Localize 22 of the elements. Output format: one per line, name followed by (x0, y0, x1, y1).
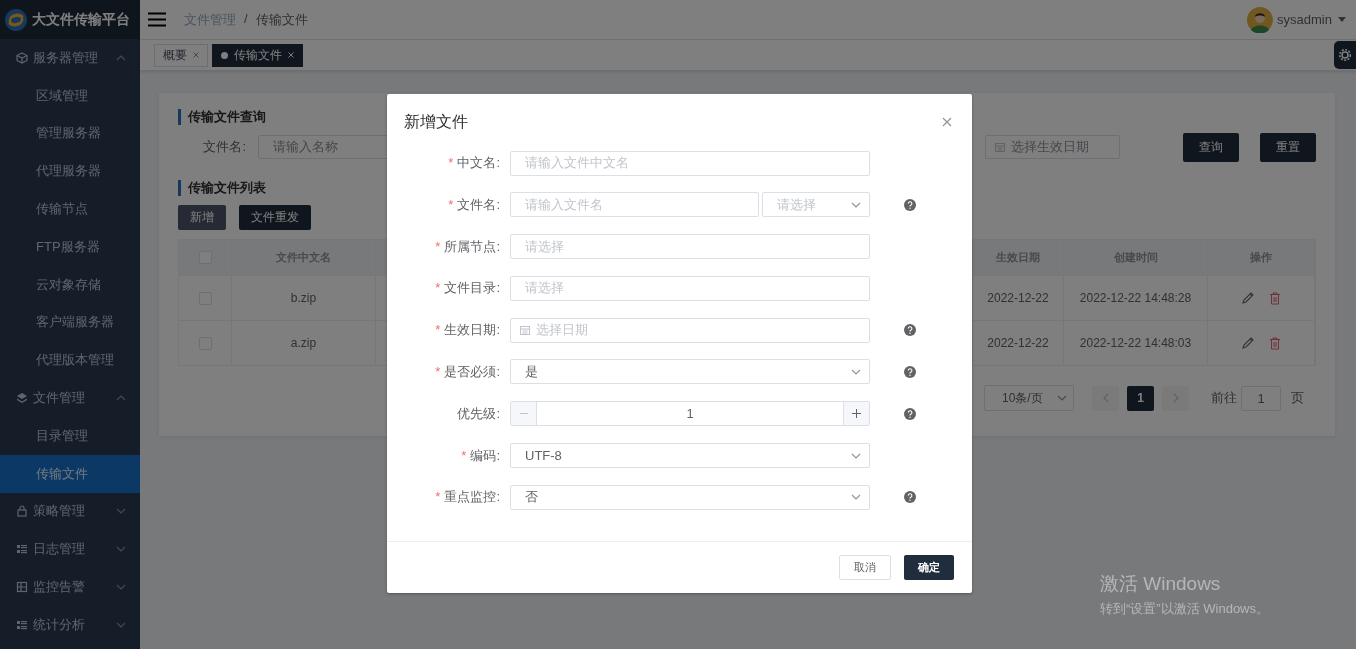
field-label: * 重点监控: (434, 488, 501, 507)
goto-label: 前往 (1211, 389, 1237, 407)
table-cell: 2022-12-22 (973, 321, 1064, 365)
breadcrumb-separator: / (244, 10, 248, 28)
field-label: 优先级: (456, 404, 501, 423)
page-suffix: 页 (1291, 389, 1304, 407)
field-label: * 是否必须: (434, 363, 501, 381)
table-cell: 2022-12-22 (973, 276, 1064, 320)
table-cell: a.zip (232, 321, 376, 365)
table-cell: b.zip (232, 276, 376, 320)
activation-title: 激活 Windows (1100, 572, 1222, 596)
field-label: * 文件目录: (434, 279, 501, 298)
field-label: * 编码: (460, 446, 501, 465)
table-cell: 2022-12-22 14:48:28 (1064, 276, 1208, 320)
field-label: 文件名: (202, 138, 247, 156)
activation-message: 转到“设置”以激活 Windows。 (1100, 600, 1269, 618)
field-label: * 所属节点: (434, 237, 501, 256)
field-label: * 文件名: (447, 195, 501, 214)
breadcrumb-item: 传输文件 (255, 10, 308, 29)
field-label: * 生效日期: (434, 321, 501, 340)
app-title: 大文件传输平台 (32, 10, 130, 29)
table-cell: 2022-12-22 14:48:03 (1064, 321, 1208, 365)
